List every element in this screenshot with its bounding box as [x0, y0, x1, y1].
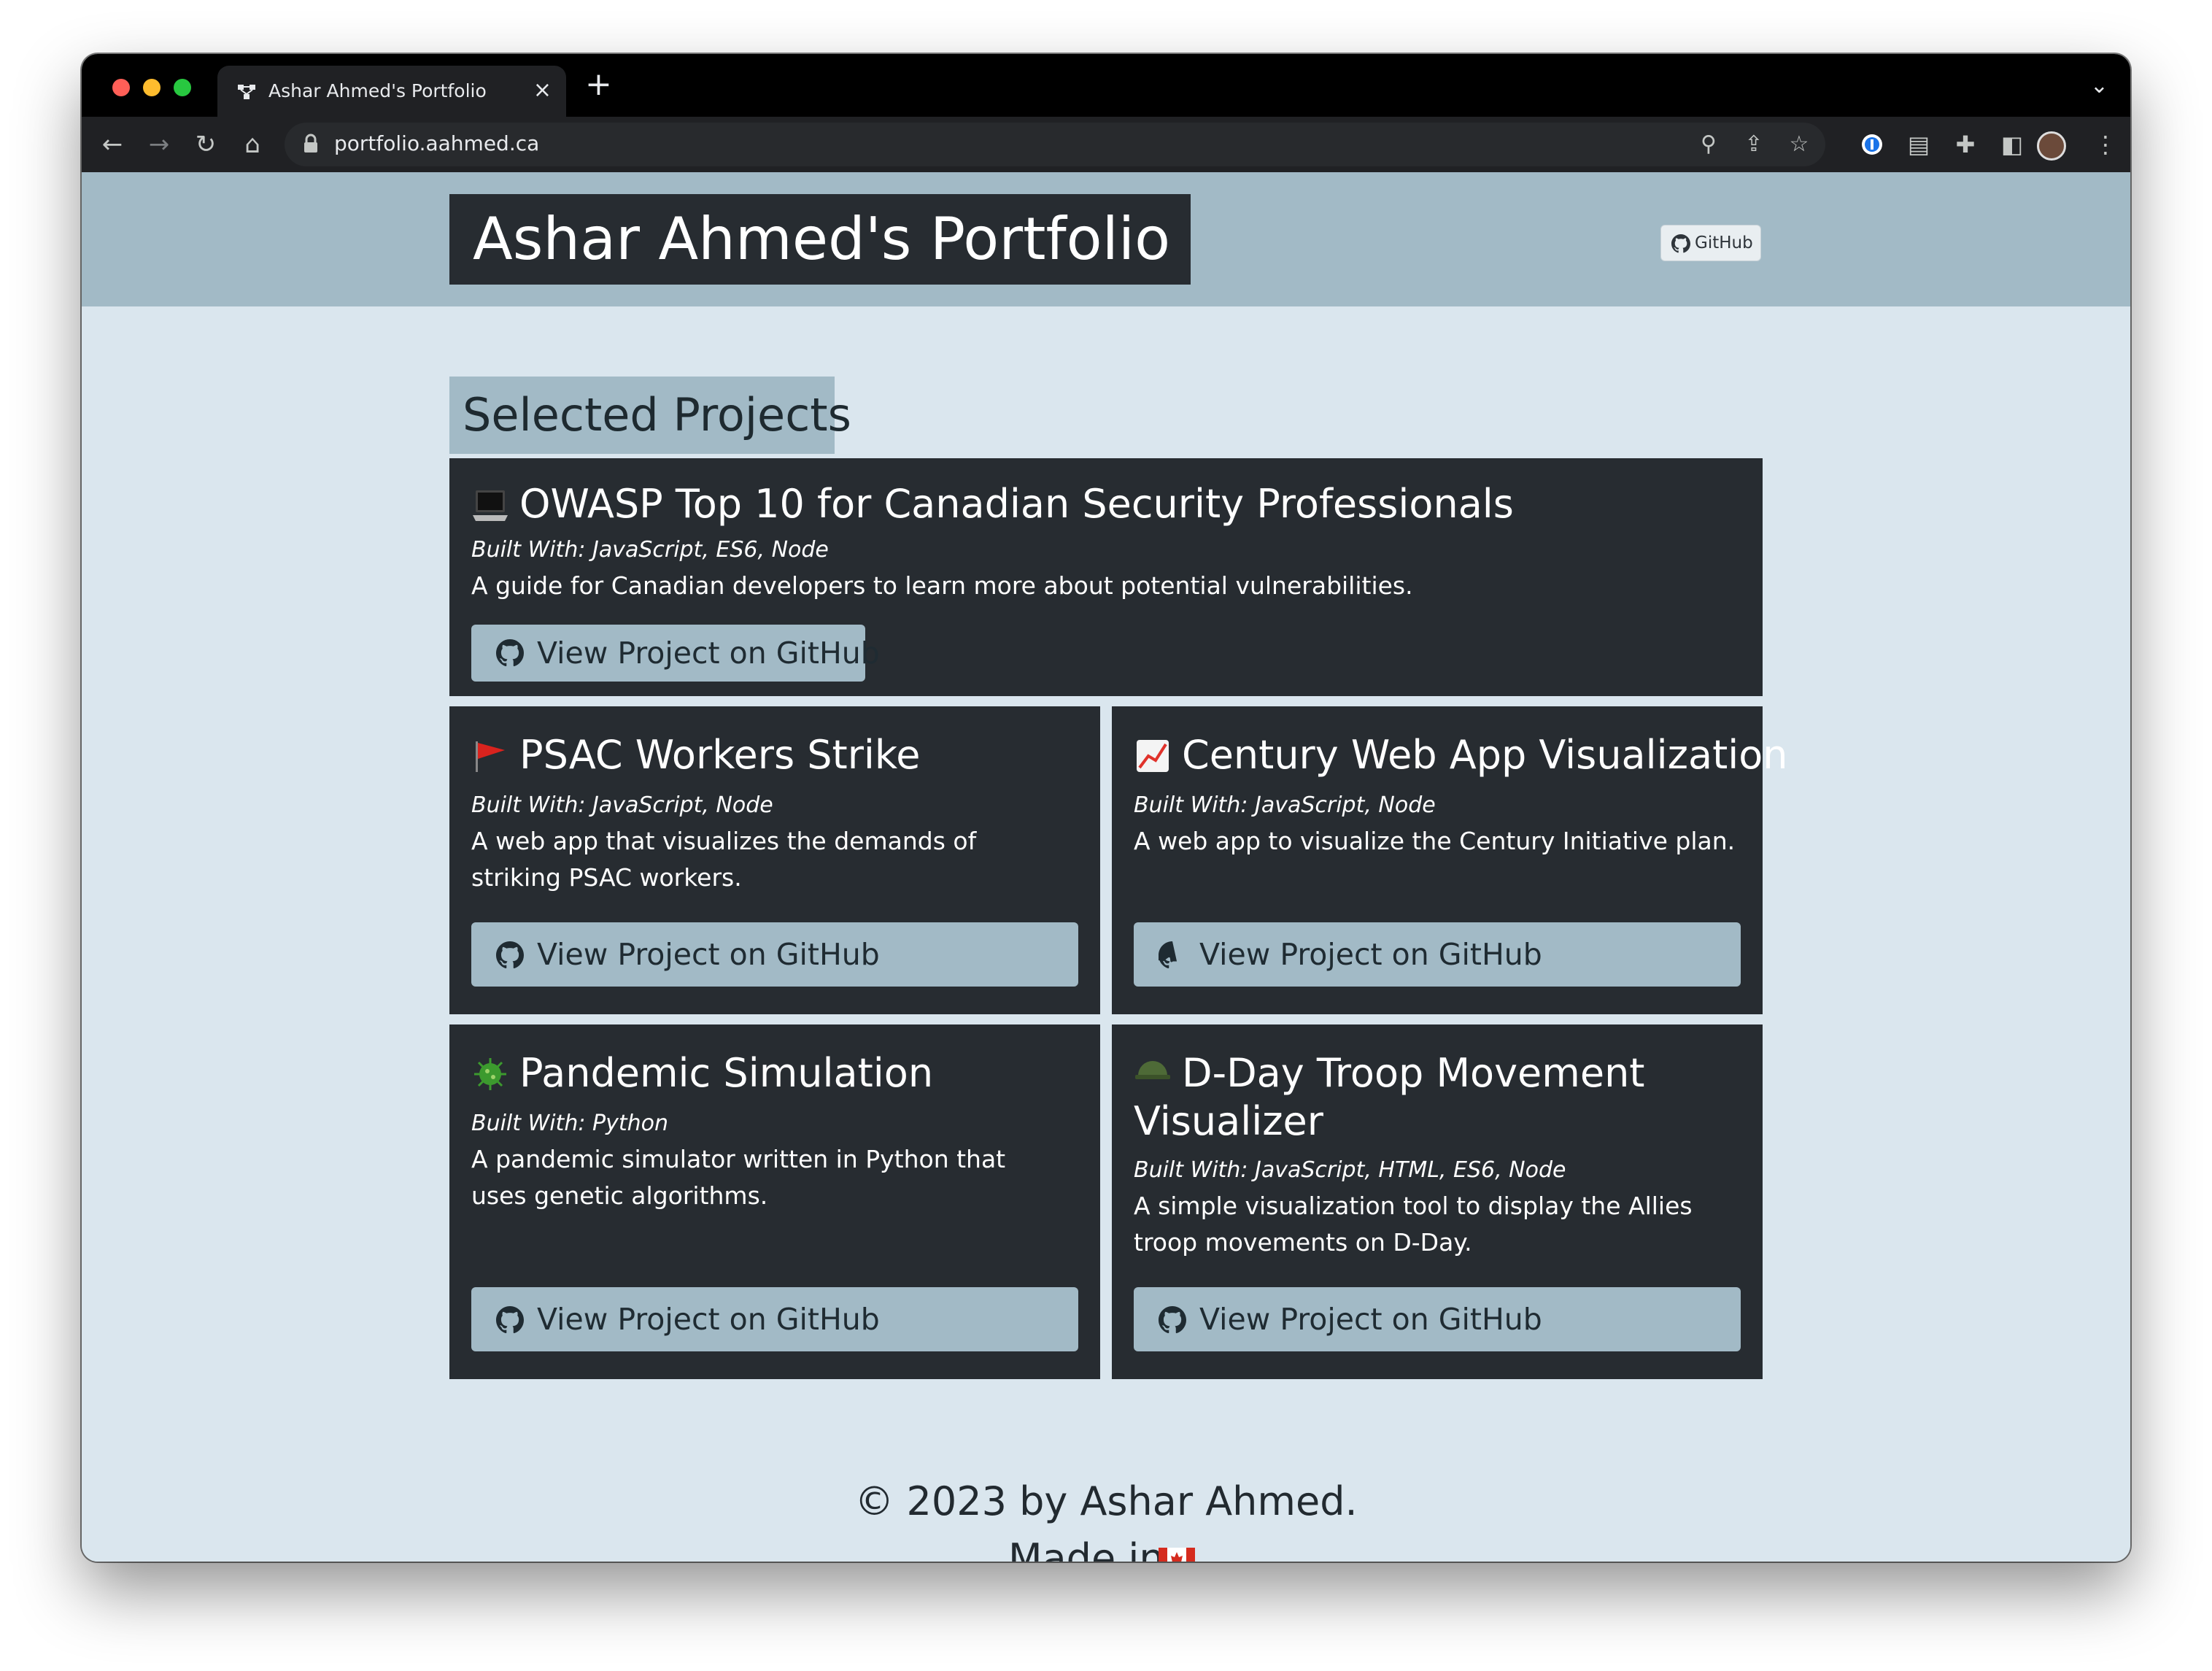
zoom-icon[interactable]: ⚲: [1691, 127, 1726, 162]
lock-icon: [304, 134, 317, 153]
tab-search-chevron-icon[interactable]: ⌄: [2090, 73, 2108, 99]
github-icon: [1671, 234, 1690, 253]
header-github-label: GitHub: [1695, 234, 1753, 252]
project-description: A simple visualization tool to display t…: [1134, 1192, 1693, 1257]
project-built-with: Built With: JavaScript, Node: [471, 792, 773, 818]
site-title: Ashar Ahmed's Portfolio: [449, 194, 1191, 285]
project-card: D-Day Troop Movement Visualizer Built Wi…: [1112, 1024, 1763, 1379]
project-built-with: Built With: Python: [471, 1111, 668, 1136]
section-title: Selected Projects: [449, 377, 851, 454]
project-title: Century Web App Visualization: [1182, 732, 1788, 778]
github-icon: [496, 941, 524, 969]
site-header: Ashar Ahmed's Portfolio GitHub: [82, 172, 2130, 306]
back-arrow-icon[interactable]: ←: [95, 127, 130, 162]
footer-made-in: Made in: [1008, 1535, 1164, 1562]
view-on-github-button[interactable]: View Project on GitHub: [1134, 922, 1741, 987]
maximize-window-button[interactable]: [174, 79, 191, 96]
red-flag-icon: [476, 741, 505, 772]
tab-strip: Ashar Ahmed's Portfolio × + ⌄: [82, 54, 2130, 117]
microbe-icon: [474, 1058, 506, 1090]
project-title: PSAC Workers Strike: [519, 732, 921, 778]
tab-close-icon[interactable]: ×: [533, 77, 552, 103]
share-icon[interactable]: ⇪: [1736, 127, 1771, 162]
project-description: A web app that visualizes the demands of…: [471, 827, 977, 892]
extensions-puzzle-icon[interactable]: ✚: [1948, 127, 1983, 162]
minimize-window-button[interactable]: [143, 79, 161, 96]
view-on-github-button[interactable]: View Project on GitHub: [471, 1287, 1078, 1351]
tab-title: Ashar Ahmed's Portfolio: [268, 80, 487, 101]
project-description: A pandemic simulator written in Python t…: [471, 1145, 1006, 1210]
footer-copyright: © 2023 by Ashar Ahmed.: [854, 1478, 1358, 1524]
network-favicon-icon: [238, 85, 255, 99]
project-description: A guide for Canadian developers to learn…: [471, 571, 1413, 600]
button-label: View Project on GitHub: [1199, 937, 1542, 972]
address-bar[interactable]: portfolio.aahmed.ca ⚲ ⇪ ☆: [285, 123, 1825, 166]
home-icon[interactable]: ⌂: [235, 127, 270, 162]
browser-window: Ashar Ahmed's Portfolio × + ⌄ ← → ↻ ⌂ po…: [82, 54, 2130, 1562]
project-card: PSAC Workers Strike Built With: JavaScri…: [449, 706, 1100, 1014]
github-icon: [1159, 941, 1177, 969]
chart-increasing-icon: [1137, 740, 1169, 772]
side-panel-icon[interactable]: ◧: [1995, 127, 2030, 162]
github-icon: [496, 1306, 524, 1334]
github-icon: [496, 639, 524, 667]
view-on-github-button[interactable]: View Project on GitHub: [471, 922, 1078, 987]
forward-arrow-icon[interactable]: →: [142, 127, 177, 162]
view-on-github-button[interactable]: View Project on GitHub: [1134, 1287, 1741, 1351]
view-on-github-button[interactable]: View Project on GitHub: [471, 625, 880, 682]
window-controls: [112, 79, 191, 96]
url-text: portfolio.aahmed.ca: [334, 131, 540, 155]
bookmark-star-icon[interactable]: ☆: [1782, 127, 1817, 162]
profile-avatar[interactable]: [2037, 131, 2066, 161]
close-window-button[interactable]: [112, 79, 130, 96]
project-title: OWASP Top 10 for Canadian Security Profe…: [519, 481, 1514, 527]
button-label: View Project on GitHub: [537, 636, 880, 671]
browser-menu-icon[interactable]: ⋮: [2088, 127, 2123, 162]
project-title: Pandemic Simulation: [519, 1050, 934, 1096]
project-card: Pandemic Simulation Built With: Python A…: [449, 1024, 1100, 1379]
button-label: View Project on GitHub: [537, 937, 880, 972]
page-content: Ashar Ahmed's Portfolio GitHub Selected …: [82, 172, 2130, 1562]
github-icon: [1159, 1306, 1186, 1334]
reload-icon[interactable]: ↻: [188, 127, 223, 162]
browser-tab[interactable]: Ashar Ahmed's Portfolio ×: [217, 66, 566, 117]
project-title: D-Day Troop Movement Visualizer: [1134, 1050, 1645, 1144]
new-tab-button[interactable]: +: [585, 67, 612, 102]
header-github-button[interactable]: GitHub: [1660, 225, 1761, 261]
project-description: A web app to visualize the Century Initi…: [1134, 827, 1736, 855]
reader-mode-icon[interactable]: ▤: [1901, 127, 1936, 162]
project-built-with: Built With: JavaScript, HTML, ES6, Node: [1134, 1157, 1566, 1183]
laptop-icon: [473, 490, 508, 521]
project-card: OWASP Top 10 for Canadian Security Profe…: [449, 458, 1763, 696]
browser-toolbar: ← → ↻ ⌂ portfolio.aahmed.ca ⚲ ⇪ ☆ ▤ ✚ ◧ …: [82, 117, 2130, 172]
project-card: Century Web App Visualization Built With…: [1112, 706, 1788, 1014]
button-label: View Project on GitHub: [537, 1302, 880, 1337]
project-built-with: Built With: JavaScript, Node: [1134, 792, 1436, 818]
button-label: View Project on GitHub: [1199, 1302, 1542, 1337]
canada-flag-icon: [1159, 1548, 1195, 1562]
password-manager-extension-icon[interactable]: [1855, 127, 1890, 162]
project-built-with: Built With: JavaScript, ES6, Node: [471, 537, 829, 563]
